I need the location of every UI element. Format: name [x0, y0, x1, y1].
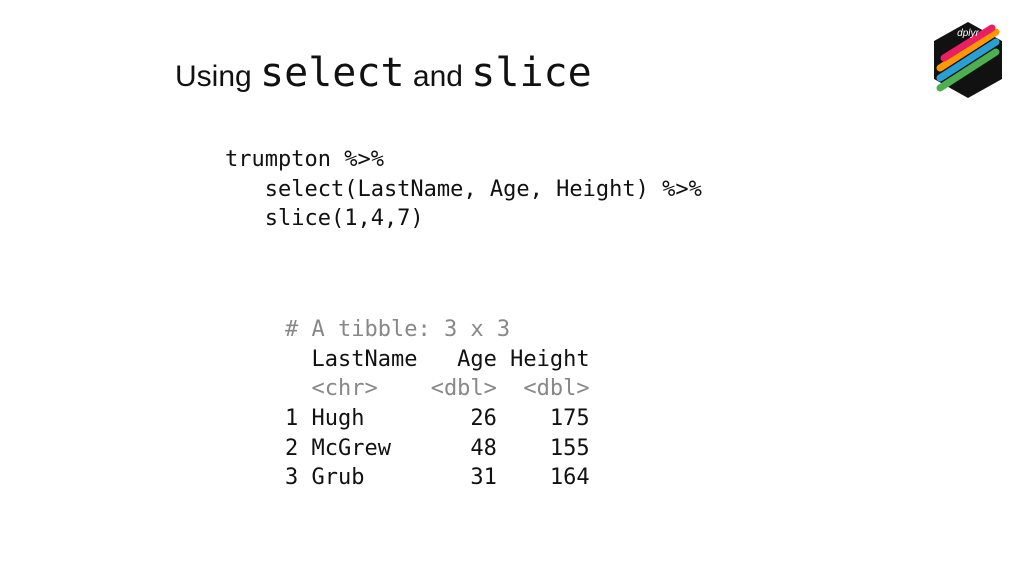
output-column-header: LastName Age Height [285, 347, 590, 372]
title-code-slice: slice [471, 50, 591, 96]
output-tibble-header: # A tibble: 3 x 3 [285, 317, 510, 342]
logo-label: dplyr [957, 28, 979, 39]
output-row-1: 1 Hugh 26 175 [285, 406, 590, 431]
code-block: trumpton %>% select(LastName, Age, Heigh… [225, 145, 702, 234]
code-line-1: trumpton %>% [225, 147, 384, 172]
output-row-3: 3 Grub 31 164 [285, 465, 590, 490]
title-code-select: select [260, 50, 405, 96]
output-column-types: <chr> <dbl> <dbl> [285, 376, 590, 401]
dplyr-hex-logo: dplyr [932, 20, 1004, 104]
title-word-and: and [413, 60, 471, 93]
output-row-2: 2 McGrew 48 155 [285, 436, 590, 461]
output-block: # A tibble: 3 x 3 LastName Age Height <c… [285, 315, 590, 493]
code-line-3: slice(1,4,7) [225, 206, 424, 231]
slide-title: Using select and slice [175, 50, 592, 96]
title-word-using: Using [175, 60, 252, 93]
code-line-2: select(LastName, Age, Height) %>% [225, 177, 702, 202]
